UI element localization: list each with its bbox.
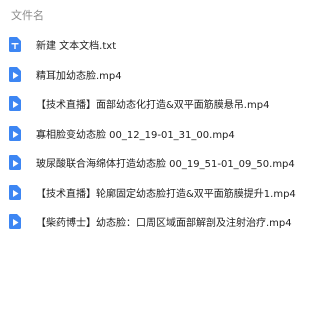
file-row[interactable]: 【技术直播】轮廓固定幼态脸打造&双平面筋膜提升1.mp4 xyxy=(0,178,310,208)
file-name: 寡相脸变幼态脸 00_12_19-01_31_00.mp4 xyxy=(36,129,235,141)
file-name: 精耳加幼态脸.mp4 xyxy=(36,70,122,82)
file-row[interactable]: 新建 文本文档.txt xyxy=(0,30,310,60)
file-row[interactable]: 寡相脸变幼态脸 00_12_19-01_31_00.mp4 xyxy=(0,119,310,149)
video-file-icon xyxy=(9,125,21,141)
column-header-name[interactable]: 文件名 xyxy=(0,0,310,30)
file-row[interactable]: 精耳加幼态脸.mp4 xyxy=(0,60,310,90)
text-file-icon xyxy=(9,37,21,53)
file-row[interactable]: 【技术直播】面部幼态化打造&双平面筋膜悬吊.mp4 xyxy=(0,89,310,119)
video-file-icon xyxy=(9,155,21,171)
file-name: 【技术直播】轮廓固定幼态脸打造&双平面筋膜提升1.mp4 xyxy=(36,188,296,200)
file-name: 【技术直播】面部幼态化打造&双平面筋膜悬吊.mp4 xyxy=(36,100,270,112)
video-file-icon xyxy=(9,96,21,112)
video-file-icon xyxy=(9,184,21,200)
column-header-label: 文件名 xyxy=(11,9,44,22)
file-row[interactable]: 玻尿酸联合海绵体打造幼态脸 00_19_51-01_09_50.mp4 xyxy=(0,148,310,178)
video-file-icon xyxy=(9,214,21,230)
file-row[interactable]: 【柴药博士】幼态脸：口周区域面部解剖及注射治疗.mp4 xyxy=(0,207,310,237)
file-name: 玻尿酸联合海绵体打造幼态脸 00_19_51-01_09_50.mp4 xyxy=(36,159,295,171)
file-list-window: 文件名 新建 文本文档.txt 精耳加幼态脸.mp4 【技术直播】面部幼态化打造… xyxy=(0,0,310,310)
file-name: 【柴药博士】幼态脸：口周区域面部解剖及注射治疗.mp4 xyxy=(36,218,292,230)
file-list: 新建 文本文档.txt 精耳加幼态脸.mp4 【技术直播】面部幼态化打造&双平面… xyxy=(0,30,310,237)
video-file-icon xyxy=(9,66,21,82)
file-name: 新建 文本文档.txt xyxy=(36,41,117,53)
